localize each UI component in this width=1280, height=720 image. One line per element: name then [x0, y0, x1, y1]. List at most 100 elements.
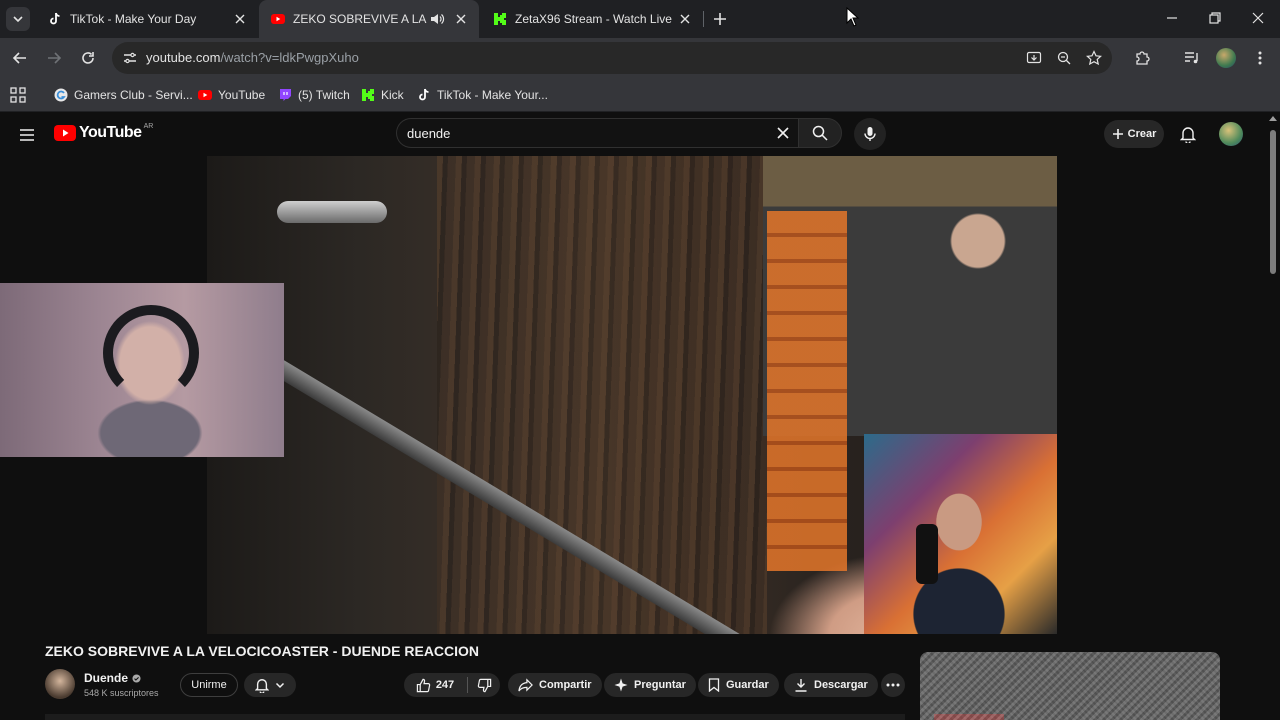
- clear-search-button[interactable]: [772, 122, 794, 144]
- plus-icon: [1112, 129, 1123, 139]
- search-icon: [812, 125, 828, 141]
- close-icon[interactable]: [451, 9, 471, 29]
- download-button[interactable]: Descargar: [784, 673, 878, 697]
- profile-button[interactable]: [1212, 44, 1240, 72]
- microphone-shape: [916, 524, 938, 584]
- browser-tab-strip: TikTok - Make Your Day ZEKO SOBREVIVE A …: [0, 0, 1280, 38]
- close-icon[interactable]: [675, 9, 695, 29]
- chevron-down-icon: [275, 682, 285, 689]
- zoom-icon: [1057, 51, 1071, 65]
- verified-check-icon: [132, 673, 141, 683]
- create-button[interactable]: Crear: [1104, 120, 1164, 148]
- more-horizontal-icon: [886, 683, 900, 687]
- install-app-button[interactable]: [1022, 46, 1046, 70]
- minimize-icon: [1167, 17, 1177, 19]
- minimize-button[interactable]: [1150, 0, 1194, 36]
- download-icon: [795, 679, 807, 692]
- guide-menu-button[interactable]: [16, 124, 38, 146]
- media-control-button[interactable]: [1178, 44, 1206, 72]
- bookmark-label: Gamers Club - Servi...: [74, 88, 193, 102]
- channel-avatar[interactable]: [45, 669, 75, 699]
- like-button[interactable]: 247: [404, 673, 466, 697]
- back-button[interactable]: [6, 44, 34, 72]
- restore-button[interactable]: [1193, 0, 1237, 36]
- page-scrollbar[interactable]: [1266, 112, 1280, 720]
- arrow-right-icon: [48, 52, 62, 64]
- tab-kick-stream[interactable]: ZetaX96 Stream - Watch Live on: [481, 0, 703, 38]
- speaker-icon[interactable]: [429, 11, 445, 27]
- chrome-menu-button[interactable]: [1246, 44, 1274, 72]
- channel-name[interactable]: Duende: [84, 671, 141, 685]
- install-icon: [1026, 51, 1042, 64]
- url-text[interactable]: youtube.com/watch?v=ldkPwgpXuho: [146, 50, 359, 65]
- save-label: Guardar: [726, 679, 769, 691]
- share-label: Compartir: [539, 679, 592, 691]
- close-window-button[interactable]: [1236, 0, 1280, 36]
- thumbs-down-icon: [477, 678, 491, 692]
- bell-icon: [1180, 127, 1196, 143]
- thumbs-up-icon: [416, 678, 431, 692]
- reload-button[interactable]: [74, 44, 102, 72]
- close-icon: [777, 127, 789, 139]
- close-icon: [1252, 12, 1264, 24]
- youtube-wordmark: YouTube: [79, 124, 142, 141]
- video-frame-orange-blocks: [767, 211, 847, 571]
- bell-icon: [255, 679, 269, 693]
- close-icon[interactable]: [230, 9, 250, 29]
- bookmark-youtube[interactable]: YouTube: [198, 85, 265, 105]
- tab-separator: [703, 11, 704, 27]
- bookmark-star-button[interactable]: [1082, 46, 1106, 70]
- channel-name-text: Duende: [84, 671, 129, 685]
- share-button[interactable]: Compartir: [508, 673, 602, 697]
- mouse-cursor-icon: [846, 7, 860, 27]
- apps-button[interactable]: [10, 85, 26, 105]
- tune-icon: [124, 52, 136, 64]
- save-button[interactable]: Guardar: [698, 673, 779, 697]
- new-tab-button[interactable]: [708, 7, 732, 31]
- bookmark-label: (5) Twitch: [298, 88, 350, 102]
- bookmark-kick[interactable]: Kick: [361, 85, 404, 105]
- create-label: Crear: [1127, 128, 1157, 140]
- bookmark-twitch[interactable]: (5) Twitch: [278, 85, 350, 105]
- country-code: AR: [143, 122, 154, 130]
- like-count: 247: [435, 679, 455, 691]
- tab-search-button[interactable]: [6, 7, 30, 31]
- notifications-button[interactable]: [1176, 122, 1200, 146]
- recommended-video-thumbnail[interactable]: [920, 652, 1220, 720]
- bookmark-gamers-club[interactable]: Gamers Club - Servi...: [54, 85, 193, 105]
- streamer-facecam-left: [0, 283, 284, 457]
- bookmark-tiktok[interactable]: TikTok - Make Your...: [417, 85, 548, 105]
- subscription-bell-button[interactable]: [244, 673, 296, 697]
- dislike-button[interactable]: [468, 673, 500, 697]
- zoom-button[interactable]: [1052, 46, 1076, 70]
- address-bar[interactable]: youtube.com/watch?v=ldkPwgpXuho: [112, 42, 1112, 74]
- voice-search-button[interactable]: [854, 118, 886, 150]
- ask-button[interactable]: Preguntar: [604, 673, 696, 697]
- search-input[interactable]: duende: [396, 118, 798, 148]
- search-button[interactable]: [798, 118, 842, 148]
- chevron-down-icon: [13, 16, 23, 23]
- more-actions-button[interactable]: [881, 673, 905, 697]
- scrollbar-thumb[interactable]: [1270, 130, 1276, 274]
- tab-tiktok[interactable]: TikTok - Make Your Day: [36, 0, 258, 38]
- tiktok-icon: [50, 12, 60, 25]
- thumbnail-caption-shape: [934, 714, 1004, 720]
- account-avatar[interactable]: [1219, 122, 1243, 146]
- arrow-left-icon: [12, 52, 26, 64]
- star-icon: [1086, 50, 1102, 66]
- tab-youtube-video[interactable]: ZEKO SOBREVIVE A LA VELOCIC: [259, 0, 479, 38]
- forward-button[interactable]: [40, 44, 68, 72]
- join-button[interactable]: Unirme: [180, 673, 238, 697]
- gamers-club-icon: [54, 88, 68, 102]
- scroll-up-arrow-icon[interactable]: [1269, 116, 1277, 121]
- profile-avatar: [1216, 48, 1236, 68]
- hamburger-menu-icon: [20, 129, 34, 141]
- streamer-facecam-right: [864, 434, 1057, 634]
- extensions-button[interactable]: [1128, 44, 1156, 72]
- description-box-edge: [45, 714, 905, 720]
- puzzle-icon: [1136, 51, 1150, 65]
- site-info-button[interactable]: [118, 46, 142, 70]
- like-dislike-group: 247: [404, 673, 500, 697]
- youtube-logo[interactable]: YouTube AR: [54, 122, 154, 142]
- twitch-icon: [280, 89, 291, 101]
